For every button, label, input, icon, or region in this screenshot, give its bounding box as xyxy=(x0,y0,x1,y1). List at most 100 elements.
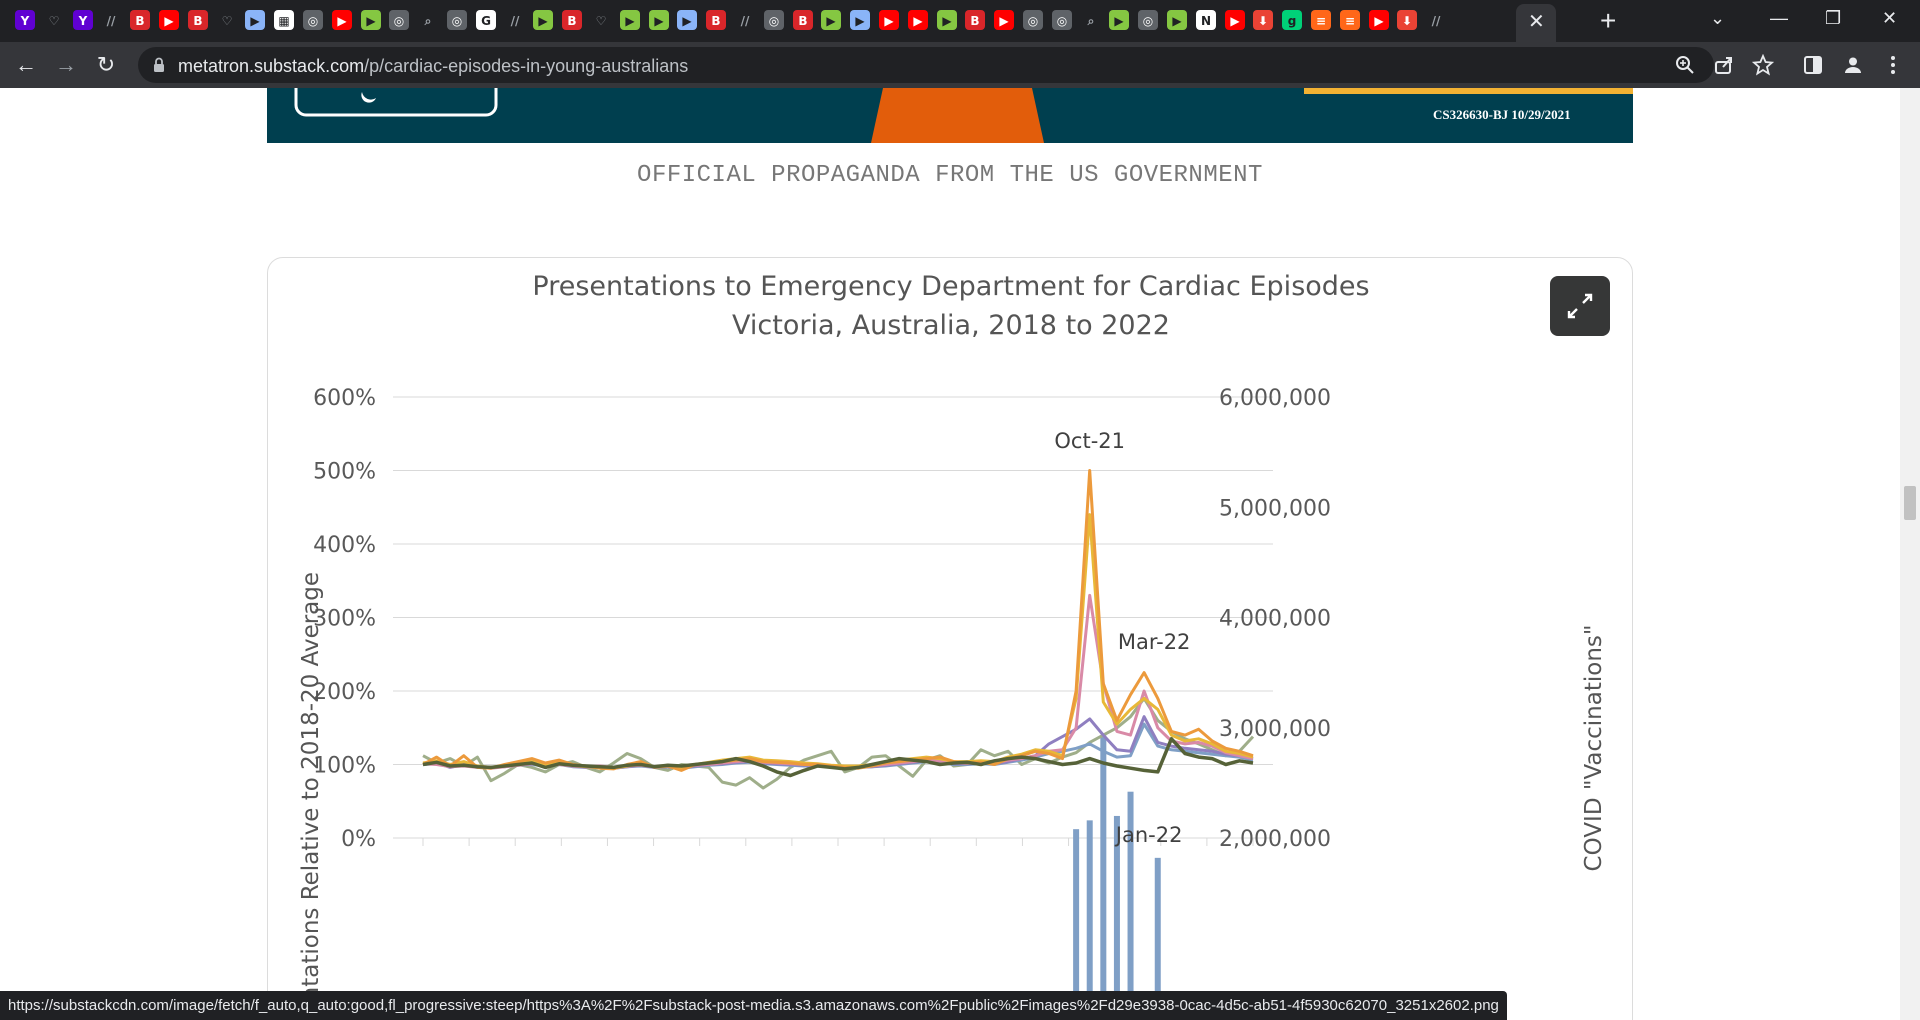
tab-download-icon[interactable]: ⬇ xyxy=(1396,9,1418,31)
tab-youtube-icon[interactable]: ▶ xyxy=(878,9,900,31)
share-icon[interactable] xyxy=(1713,54,1735,76)
tab-rumble-icon[interactable]: ▶ xyxy=(532,9,554,31)
tab-youtube-icon[interactable]: ▶ xyxy=(1224,9,1246,31)
tab-youtube-icon[interactable]: ▶ xyxy=(158,9,180,31)
chart-image[interactable]: Presentations to Emergency Department fo… xyxy=(267,257,1633,1020)
address-bar[interactable]: metatron.substack.com/p/cardiac-episodes… xyxy=(138,47,1774,83)
tab-bi-icon[interactable]: B xyxy=(964,9,986,31)
new-tab-button[interactable]: + xyxy=(1600,7,1616,35)
tab-google-icon[interactable]: G xyxy=(475,9,497,31)
tab-rumble-icon[interactable]: ▶ xyxy=(648,9,670,31)
tab-globe-icon[interactable]: ◎ xyxy=(1137,9,1159,31)
tab-yahoo-icon[interactable]: Y xyxy=(14,9,36,31)
chart-annotation: Oct-21 xyxy=(1054,429,1125,453)
svg-text:♡: ♡ xyxy=(48,14,59,28)
svg-text://: // xyxy=(510,14,519,28)
banner-code: CS326630-BJ 10/29/2021 xyxy=(1433,107,1571,122)
y2-axis-label: COVID "Vaccinations" xyxy=(1581,625,1607,872)
svg-text:▶: ▶ xyxy=(942,14,952,28)
tab-bi-icon[interactable]: B xyxy=(187,9,209,31)
svg-text:Y: Y xyxy=(20,14,30,28)
tab-heart-icon[interactable]: ♡ xyxy=(590,9,612,31)
svg-text:≡: ≡ xyxy=(1316,14,1326,28)
tab-search-icon[interactable]: ⌕ xyxy=(417,9,439,31)
tab-heart-icon[interactable]: ♡ xyxy=(43,9,65,31)
article-banner-image: CS326630-BJ 10/29/2021 xyxy=(267,88,1633,143)
tab-gab-icon[interactable]: g xyxy=(1281,9,1303,31)
close-tab-icon[interactable]: ✕ xyxy=(1528,9,1545,34)
tab-bi-icon[interactable]: B xyxy=(705,9,727,31)
tab-heart-icon[interactable]: ♡ xyxy=(216,9,238,31)
close-window-button[interactable]: ✕ xyxy=(1882,8,1897,29)
tab-rumble-icon[interactable]: ▶ xyxy=(360,9,382,31)
svg-text:▶: ▶ xyxy=(625,14,635,28)
tab-globe-icon[interactable]: ◎ xyxy=(302,9,324,31)
tab-substack-icon[interactable]: ≡ xyxy=(1310,9,1332,31)
vaccination-bar xyxy=(1100,735,1107,1020)
svg-text:▶: ▶ xyxy=(1115,14,1125,28)
series-line-pink xyxy=(422,593,1254,770)
tab-page-icon[interactable]: // xyxy=(100,9,122,31)
back-button[interactable]: ← xyxy=(14,53,38,77)
chart-annotation: Jan-22 xyxy=(1114,823,1183,847)
zoom-icon[interactable] xyxy=(1674,54,1696,76)
tab-strip: Y♡Y//B▶B♡▶▦◎▶▶◎⌕◎G//▶B♡▶▶▶B//◎B▶▶▶▶▶B▶◎◆… xyxy=(0,0,1920,42)
tab-yahoo-icon[interactable]: Y xyxy=(72,9,94,31)
tab-globe-icon[interactable]: ◎ xyxy=(1022,9,1044,31)
tab-youtube-icon[interactable]: ▶ xyxy=(907,9,929,31)
forward-button[interactable]: → xyxy=(54,53,78,77)
svg-text:▶: ▶ xyxy=(539,14,549,28)
tab-globe-icon[interactable]: ◎ xyxy=(446,9,468,31)
tab-bi-icon[interactable]: B xyxy=(792,9,814,31)
svg-text:▶: ▶ xyxy=(856,14,866,28)
svg-text:B: B xyxy=(568,14,577,28)
tab-bi-icon[interactable]: B xyxy=(561,9,583,31)
svg-text:◎: ◎ xyxy=(1028,14,1038,28)
tab-rumble-icon[interactable]: ▶ xyxy=(1108,9,1130,31)
tab-rumble-icon[interactable]: ▶ xyxy=(619,9,641,31)
expand-image-button[interactable] xyxy=(1550,276,1610,336)
side-panel-icon[interactable] xyxy=(1802,54,1824,76)
profile-icon[interactable] xyxy=(1842,54,1864,76)
svg-text:▶: ▶ xyxy=(683,14,693,28)
svg-text:⌕: ⌕ xyxy=(424,14,432,28)
tab-globe-icon[interactable]: ◎ xyxy=(1051,9,1073,31)
chart-figure: Presentations to Emergency Department fo… xyxy=(298,271,1607,1020)
svg-text:◎: ◎ xyxy=(1143,14,1153,28)
tab-play-icon[interactable]: ▶ xyxy=(676,9,698,31)
menu-icon[interactable] xyxy=(1882,54,1904,76)
tab-news-icon[interactable]: N xyxy=(1195,9,1217,31)
tab-search-icon[interactable]: ⌄ xyxy=(1710,8,1725,29)
tab-play-icon[interactable]: ▶ xyxy=(244,9,266,31)
tab-globe-icon[interactable]: ◎ xyxy=(388,9,410,31)
tab-page-icon[interactable]: // xyxy=(504,9,526,31)
tab-search-icon[interactable]: ⌕ xyxy=(1080,9,1102,31)
tab-grid-icon[interactable]: ▦ xyxy=(273,9,295,31)
svg-text:▶: ▶ xyxy=(251,14,261,28)
tab-youtube-icon[interactable]: ▶ xyxy=(331,9,353,31)
reload-button[interactable]: ↻ xyxy=(94,53,118,77)
page-scrollbar[interactable] xyxy=(1900,88,1920,1020)
minimize-button[interactable]: — xyxy=(1770,8,1788,29)
scrollbar-thumb[interactable] xyxy=(1904,486,1916,520)
tab-bi-icon[interactable]: B xyxy=(129,9,151,31)
page-content: CS326630-BJ 10/29/2021 OFFICIAL PROPAGAN… xyxy=(0,88,1900,1020)
y2-tick-label: 5,000,000 xyxy=(1219,496,1331,521)
svg-text:▶: ▶ xyxy=(337,14,347,28)
tab-youtube-icon[interactable]: ▶ xyxy=(1368,9,1390,31)
expand-icon xyxy=(1567,293,1593,319)
tab-page-icon[interactable]: // xyxy=(1425,9,1447,31)
svg-text:◎: ◎ xyxy=(1057,14,1067,28)
tab-youtube-icon[interactable]: ▶ xyxy=(993,9,1015,31)
tab-download-icon[interactable]: ⬇ xyxy=(1252,9,1274,31)
tab-play-icon[interactable]: ▶ xyxy=(849,9,871,31)
bookmark-star-icon[interactable] xyxy=(1752,54,1774,76)
tab-rumble-icon[interactable]: ▶ xyxy=(1166,9,1188,31)
image-caption: OFFICIAL PROPAGANDA FROM THE US GOVERNME… xyxy=(637,162,1263,189)
tab-globe-icon[interactable]: ◎ xyxy=(763,9,785,31)
tab-substack-icon[interactable]: ≡ xyxy=(1339,9,1361,31)
tab-rumble-icon[interactable]: ▶ xyxy=(936,9,958,31)
tab-rumble-icon[interactable]: ▶ xyxy=(820,9,842,31)
restore-button[interactable]: ❐ xyxy=(1825,8,1841,29)
tab-page-icon[interactable]: // xyxy=(734,9,756,31)
